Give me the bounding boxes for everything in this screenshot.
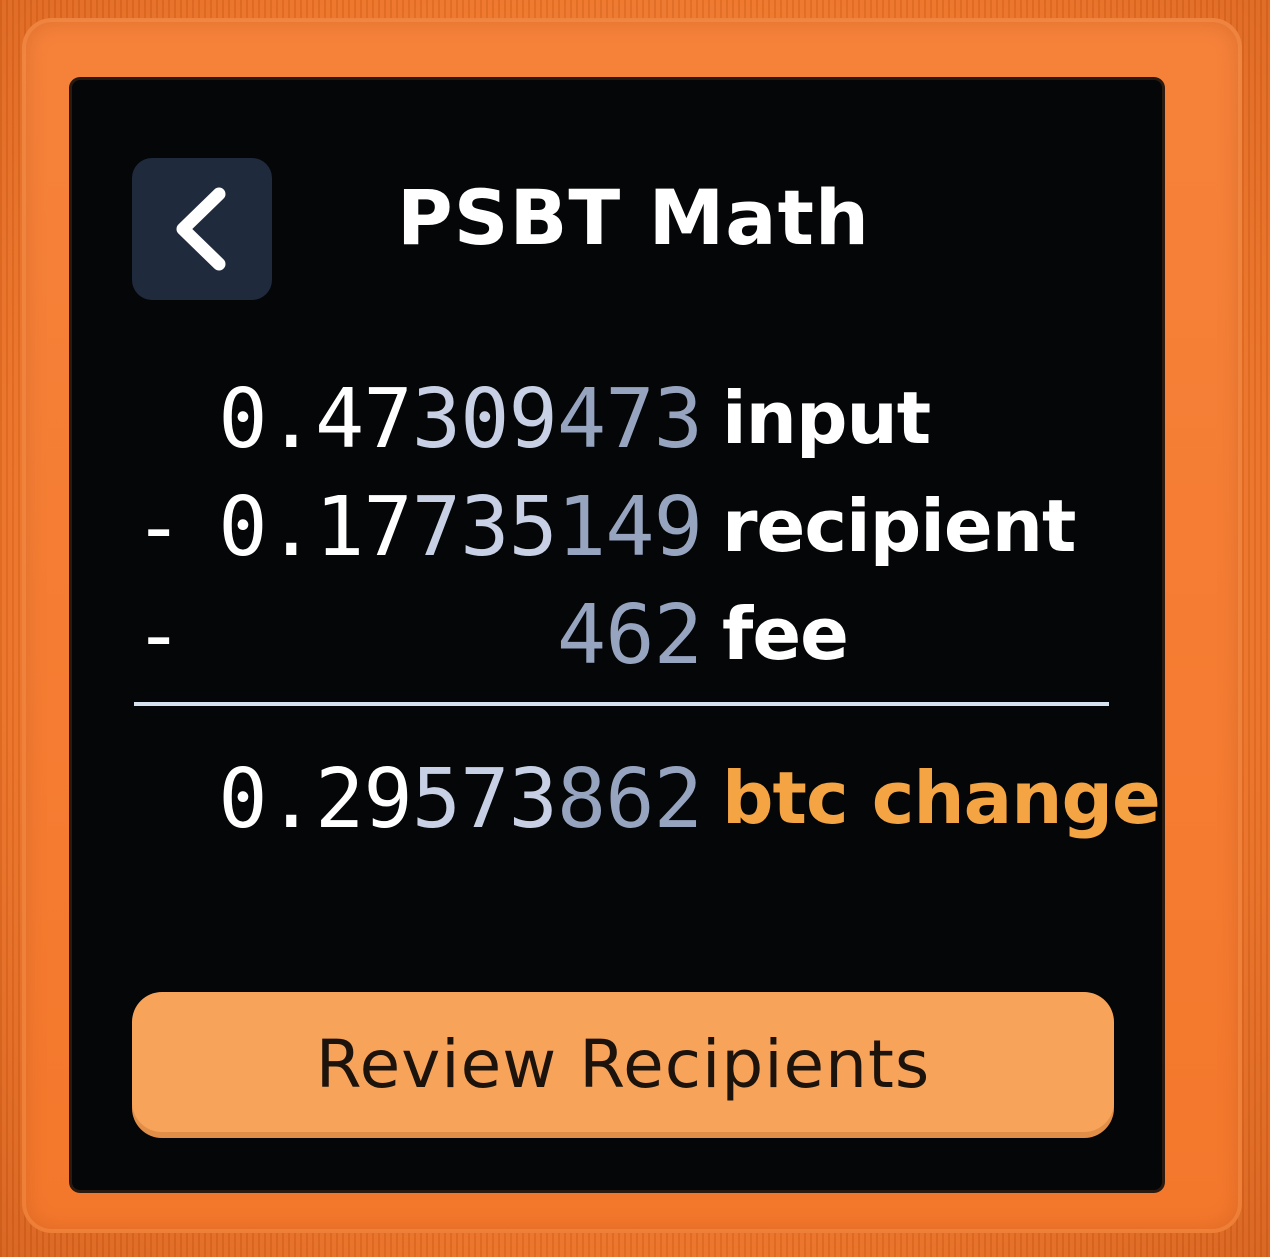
review-recipients-button[interactable]: Review Recipients: [132, 992, 1114, 1138]
input-amount-mid-part: 309: [411, 372, 558, 467]
recipient-amount-mid-part: 735: [411, 480, 558, 575]
recipient-amount-btc-part: 0.17: [218, 480, 412, 575]
change-amount-btc-part: 0.29: [218, 752, 412, 847]
fee-label: fee: [722, 592, 849, 676]
recipient-label: recipient: [722, 484, 1076, 568]
chevron-left-icon: [167, 184, 237, 274]
back-button[interactable]: [132, 158, 272, 300]
recipient-sign: -: [134, 480, 184, 575]
input-amount-sats-part: 473: [556, 372, 703, 467]
fee-sign: -: [134, 588, 184, 683]
input-amount-btc-part: 0.47: [218, 372, 412, 467]
page-title: PSBT Math: [397, 173, 871, 262]
fee-amount-sats-part: 462: [556, 588, 703, 683]
change-amount-sats-part: 862: [556, 752, 703, 847]
fee-row: - 462 fee: [72, 586, 1162, 686]
input-label: input: [722, 376, 931, 460]
change-label: btc change: [722, 756, 1161, 840]
input-amount: 0.47309473: [218, 370, 703, 470]
sum-divider: [134, 702, 1109, 706]
change-row: 0.29573862 btc change: [72, 750, 1162, 850]
fee-amount: 462: [556, 586, 703, 686]
recipient-amount: 0.17735149: [218, 478, 703, 578]
device-screen: PSBT Math 0.47309473 input - 0.17735149 …: [72, 80, 1162, 1190]
input-row: 0.47309473 input: [72, 370, 1162, 470]
review-recipients-label: Review Recipients: [315, 1026, 931, 1103]
recipient-row: - 0.17735149 recipient: [72, 478, 1162, 578]
change-amount: 0.29573862: [218, 750, 703, 850]
recipient-amount-sats-part: 149: [556, 480, 703, 575]
change-amount-mid-part: 573: [411, 752, 558, 847]
